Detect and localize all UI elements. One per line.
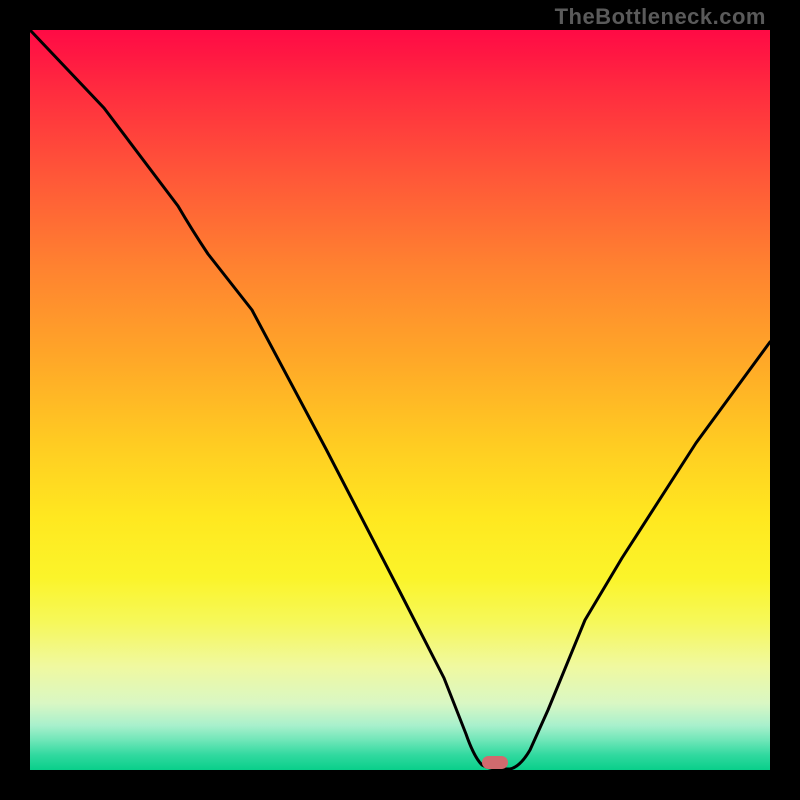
curve-path [30, 30, 770, 769]
chart-container: TheBottleneck.com [0, 0, 800, 800]
watermark-text: TheBottleneck.com [555, 4, 766, 30]
optimal-point-marker [482, 756, 508, 769]
plot-area [30, 30, 770, 770]
bottleneck-curve [30, 30, 770, 770]
